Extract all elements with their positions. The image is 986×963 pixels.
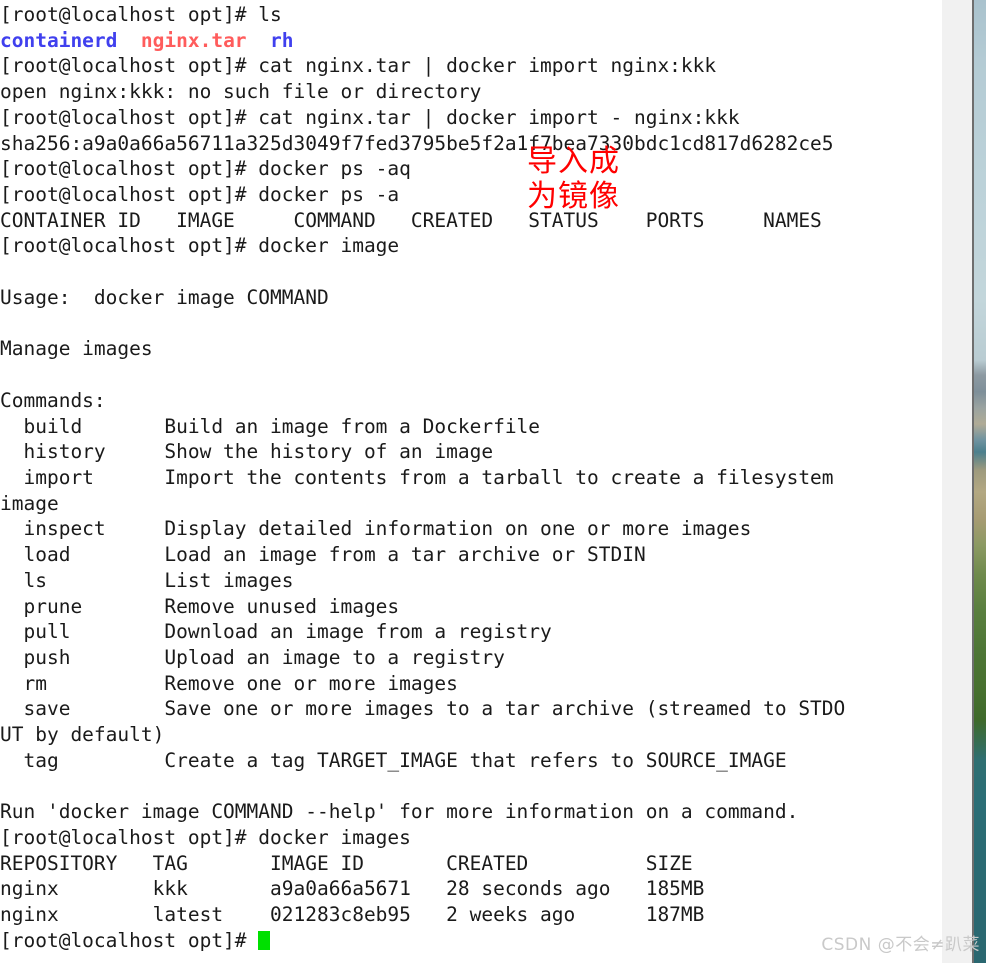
ls-entry <box>117 29 140 52</box>
csdn-watermark: CSDN @不会≠趴菜 <box>821 935 980 955</box>
terminal-line: Manage images <box>0 336 845 362</box>
terminal-output-text: rm Remove one or more images <box>0 671 458 695</box>
desktop-wallpaper <box>974 0 986 963</box>
terminal-line: [root@localhost opt]# ls <box>0 2 845 28</box>
shell-command: docker image <box>258 234 400 258</box>
terminal-line: REPOSITORY TAG IMAGE ID CREATED SIZE <box>0 851 845 877</box>
ls-entry <box>247 29 270 52</box>
shell-prompt: [root@localhost opt]# <box>0 105 259 129</box>
terminal-output-text: UT by default) <box>0 723 165 747</box>
terminal-line: save Save one or more images to a tar ar… <box>0 696 845 722</box>
terminal-output-text: build Build an image from a Dockerfile <box>0 414 541 438</box>
terminal-line: containerd nginx.tar rh <box>0 28 845 54</box>
shell-prompt: [root@localhost opt]# <box>0 826 259 849</box>
shell-command: ls <box>258 3 282 26</box>
terminal-cursor <box>258 930 270 950</box>
terminal-line: image <box>0 491 845 517</box>
terminal-line: [root@localhost opt]# docker images <box>0 825 845 851</box>
shell-prompt: [root@localhost opt]# <box>0 54 259 78</box>
terminal-output-text: pull Download an image from a registry <box>0 620 552 644</box>
terminal-output-text <box>0 312 12 335</box>
terminal-line: sha256:a9a0a66a56711a325d3049f7fed3795be… <box>0 131 845 157</box>
terminal-line: ls List images <box>0 568 845 594</box>
terminal-output-text <box>0 775 12 798</box>
terminal-output-text: tag Create a tag TARGET_IMAGE that refer… <box>0 748 787 772</box>
shell-command: cat nginx.tar | docker import - nginx:kk… <box>258 105 740 129</box>
terminal-line: pull Download an image from a registry <box>0 619 845 645</box>
terminal-output-text: load Load an image from a tar archive or… <box>0 543 646 567</box>
terminal-line: Commands: <box>0 388 845 414</box>
terminal-line: [root@localhost opt]# docker ps -a <box>0 182 845 208</box>
terminal-output[interactable]: [root@localhost opt]# ls containerd nginx… <box>0 0 845 954</box>
shell-command: docker ps -aq <box>258 157 411 181</box>
terminal-line: tag Create a tag TARGET_IMAGE that refer… <box>0 748 845 774</box>
terminal-line: Usage: docker image COMMAND <box>0 285 845 311</box>
terminal-output-text: nginx latest 021283c8eb95 2 weeks ago 18… <box>0 903 705 927</box>
terminal-output-text: sha256:a9a0a66a56711a325d3049f7fed3795be… <box>0 131 834 155</box>
terminal-output-text: image <box>0 491 59 515</box>
terminal-line: [root@localhost opt]# docker image <box>0 233 845 259</box>
terminal-line: load Load an image from a tar archive or… <box>0 542 845 568</box>
terminal-window[interactable]: [root@localhost opt]# ls containerd nginx… <box>0 0 942 963</box>
terminal-line <box>0 362 845 388</box>
ls-entry: rh <box>270 28 294 52</box>
shell-prompt: [root@localhost opt]# <box>0 183 259 207</box>
terminal-line: nginx kkk a9a0a66a5671 28 seconds ago 18… <box>0 876 845 902</box>
terminal-output-text: nginx kkk a9a0a66a5671 28 seconds ago 18… <box>0 877 705 901</box>
terminal-line <box>0 774 845 800</box>
terminal-line: [root@localhost opt]# cat nginx.tar | do… <box>0 105 845 131</box>
shell-prompt: [root@localhost opt]# <box>0 234 259 258</box>
terminal-output-text: Commands: <box>0 388 106 412</box>
ls-entry: nginx.tar <box>140 28 247 52</box>
terminal-output-text: push Upload an image to a registry <box>0 645 505 669</box>
shell-prompt: [root@localhost opt]# <box>0 928 259 952</box>
terminal-output-text: prune Remove unused images <box>0 594 400 618</box>
terminal-line: UT by default) <box>0 722 845 748</box>
terminal-line: build Build an image from a Dockerfile <box>0 414 845 440</box>
terminal-output-text <box>0 363 12 386</box>
terminal-output-text: REPOSITORY TAG IMAGE ID CREATED SIZE <box>0 851 693 875</box>
terminal-line: nginx latest 021283c8eb95 2 weeks ago 18… <box>0 902 845 928</box>
terminal-line: open nginx:kkk: no such file or director… <box>0 79 845 105</box>
shell-command: docker ps -a <box>258 183 400 207</box>
ls-entry: containerd <box>0 28 118 52</box>
terminal-output-text <box>0 260 12 283</box>
terminal-line <box>0 259 845 285</box>
terminal-line: [root@localhost opt]# docker ps -aq <box>0 156 845 182</box>
terminal-line: push Upload an image to a registry <box>0 645 845 671</box>
terminal-line: CONTAINER ID IMAGE COMMAND CREATED STATU… <box>0 208 845 234</box>
terminal-output-text: inspect Display detailed information on … <box>0 517 752 541</box>
terminal-output-text: CONTAINER ID IMAGE COMMAND CREATED STATU… <box>0 208 822 232</box>
terminal-line: inspect Display detailed information on … <box>0 516 845 542</box>
terminal-output-text: save Save one or more images to a tar ar… <box>0 697 846 721</box>
terminal-line: Run 'docker image COMMAND --help' for mo… <box>0 799 845 825</box>
shell-command: docker images <box>258 826 411 849</box>
terminal-output-text: Usage: docker image COMMAND <box>0 285 329 309</box>
terminal-line: rm Remove one or more images <box>0 671 845 697</box>
terminal-line: [root@localhost opt]# cat nginx.tar | do… <box>0 53 845 79</box>
terminal-output-text: history Show the history of an image <box>0 440 494 464</box>
shell-prompt: [root@localhost opt]# <box>0 3 259 26</box>
terminal-line: prune Remove unused images <box>0 594 845 620</box>
shell-prompt: [root@localhost opt]# <box>0 157 259 181</box>
terminal-line: [root@localhost opt]# <box>0 928 845 954</box>
terminal-line <box>0 311 845 337</box>
terminal-output-text: import Import the contents from a tarbal… <box>0 465 834 489</box>
terminal-output-text: Manage images <box>0 337 153 361</box>
terminal-output-text: Run 'docker image COMMAND --help' for mo… <box>0 800 799 824</box>
terminal-line: history Show the history of an image <box>0 439 845 465</box>
shell-command: cat nginx.tar | docker import nginx:kkk <box>258 54 717 78</box>
terminal-output-text: ls List images <box>0 568 294 592</box>
terminal-output-text: open nginx:kkk: no such file or director… <box>0 80 482 104</box>
vertical-scrollbar-track[interactable] <box>942 0 972 963</box>
window-edge-border <box>972 0 974 963</box>
terminal-line: import Import the contents from a tarbal… <box>0 465 845 491</box>
annotation-note-chinese: 导入成 为镜像 <box>527 144 620 214</box>
